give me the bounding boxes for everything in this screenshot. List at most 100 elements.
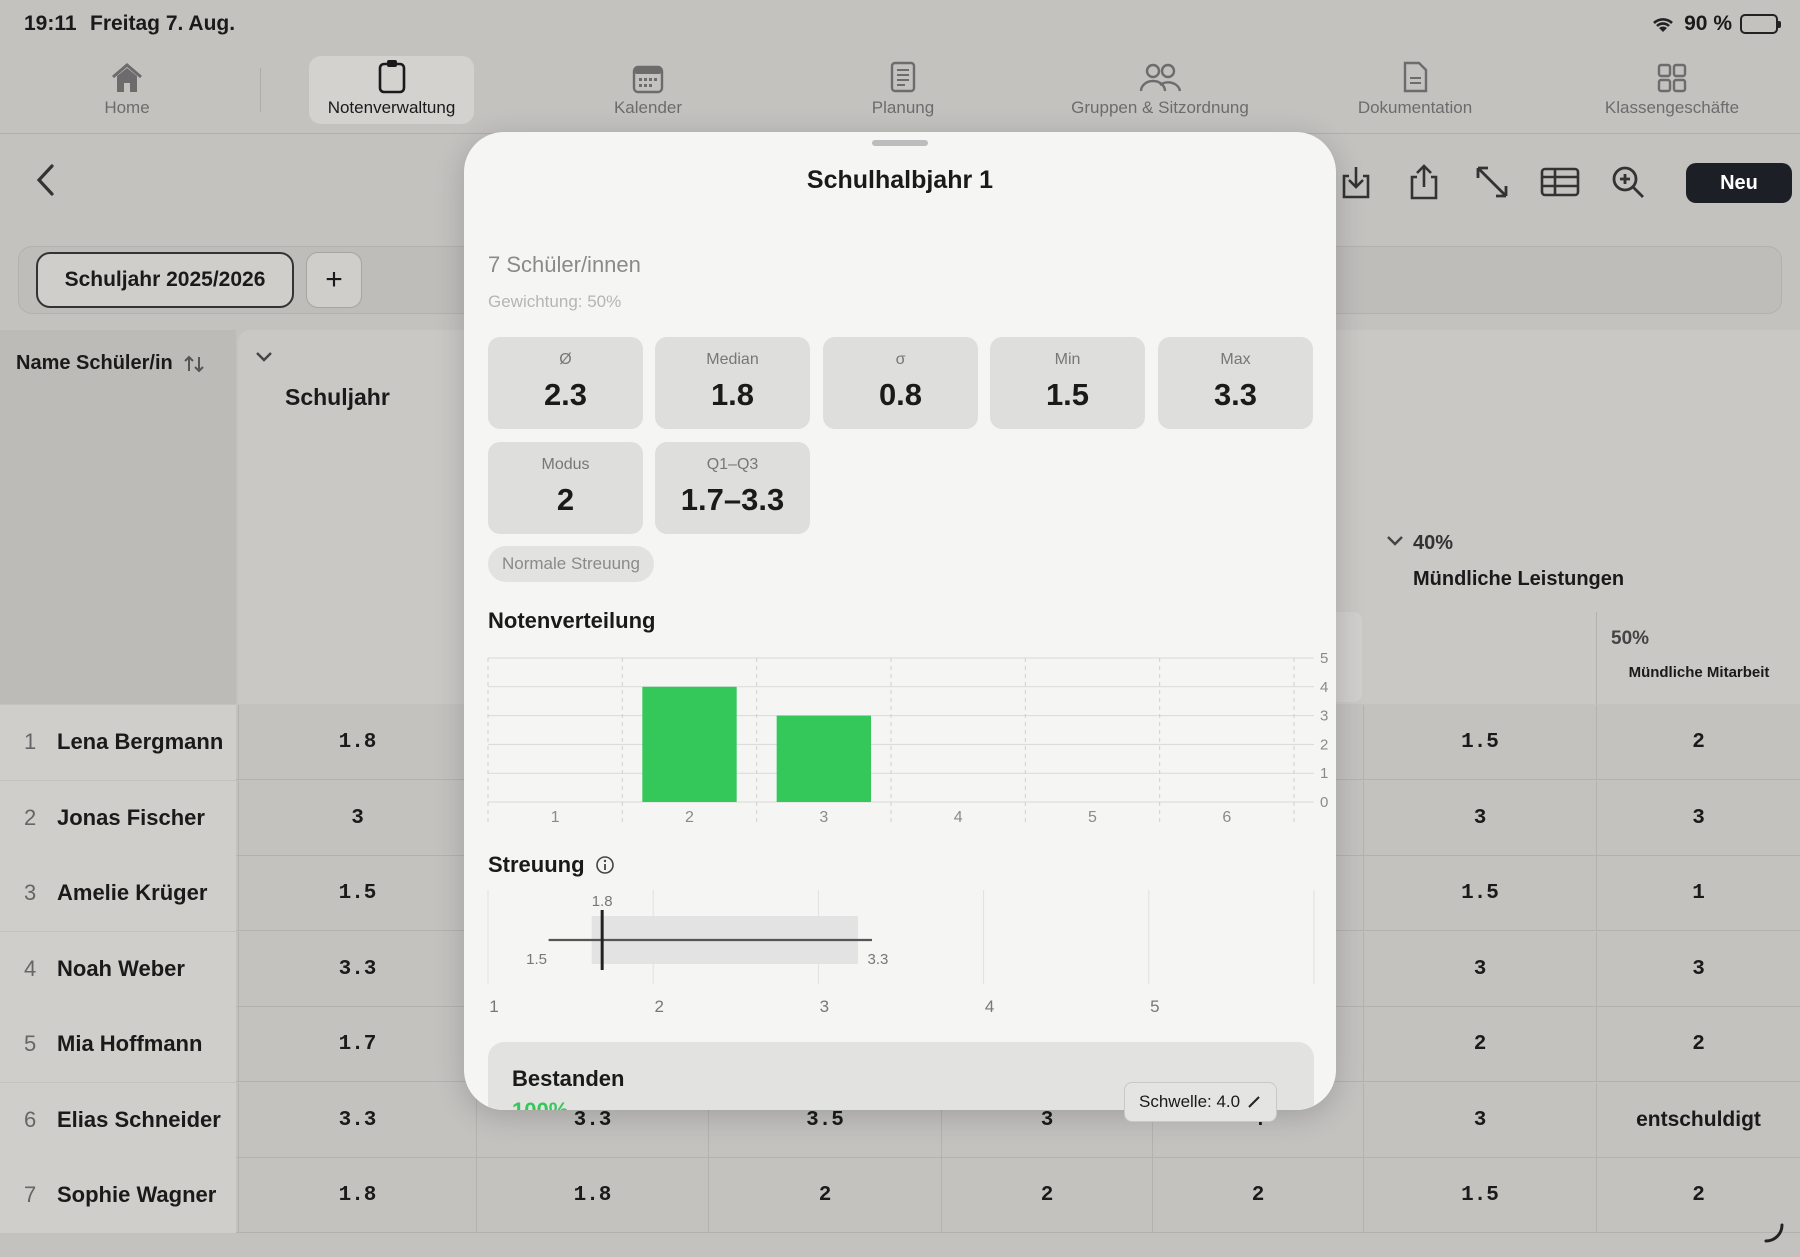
grade-cell[interactable]: 1.5	[1363, 1158, 1596, 1233]
grade-cell[interactable]: 3.3	[238, 931, 476, 1007]
column-header-edge	[1336, 612, 1362, 702]
zoom-in-icon[interactable]	[1608, 162, 1648, 202]
tab-kalender[interactable]: Kalender	[594, 56, 702, 124]
info-icon[interactable]	[595, 855, 615, 875]
tab-label: Kalender	[613, 98, 683, 117]
sheet-grabber[interactable]	[872, 140, 928, 146]
student-name[interactable]: Lena Bergmann	[57, 729, 223, 755]
row-number: 4	[24, 955, 37, 981]
new-button[interactable]: Neu	[1686, 163, 1792, 203]
people-icon	[1139, 63, 1182, 92]
bar[interactable]	[776, 715, 871, 802]
grade-cell[interactable]: 1.8	[238, 1158, 476, 1233]
grade-cell[interactable]: 3	[1596, 931, 1800, 1007]
x-tick-label: 4	[985, 997, 994, 1016]
stat-label: Ø	[559, 351, 572, 368]
school-year-chip[interactable]: Schuljahr 2025/2026	[36, 252, 294, 308]
grade-cell[interactable]: entschuldigt	[1596, 1082, 1800, 1158]
toolbar-icons	[1336, 162, 1648, 202]
grade-cell[interactable]: 1.8	[476, 1158, 708, 1233]
grade-cell[interactable]: 3	[1363, 931, 1596, 1007]
student-name[interactable]: Sophie Wagner	[57, 1182, 216, 1208]
status-date: Freitag 7. Aug.	[90, 12, 236, 35]
tab-label: Notenverwaltung	[327, 98, 456, 117]
min-label: 1.5	[526, 951, 547, 968]
grade-cell[interactable]: 2	[1596, 705, 1800, 780]
tab-divider	[260, 68, 261, 112]
oral-weight: 40%	[1413, 532, 1454, 554]
x-tick-label: 4	[954, 809, 963, 826]
table-row[interactable]: 7 Sophie Wagner 1.8 1.8 2 2 2 1.5 2	[0, 1158, 1800, 1233]
stat-label: Min	[1054, 351, 1081, 368]
student-name[interactable]: Mia Hoffmann	[57, 1031, 202, 1057]
grade-cell[interactable]: 2	[708, 1158, 941, 1233]
tab-klassengeschaefte[interactable]: Klassengeschäfte	[1594, 56, 1750, 124]
student-name[interactable]: Jonas Fischer	[57, 805, 205, 831]
stat-value: 1.7–3.3	[680, 482, 785, 517]
stat-value: 2	[556, 482, 575, 517]
grade-cell[interactable]: 1.7	[238, 1007, 476, 1082]
student-name[interactable]: Noah Weber	[57, 956, 185, 982]
grade-cell[interactable]: 2	[1596, 1007, 1800, 1082]
stat-max: Max 3.3	[1158, 337, 1313, 429]
resize-handle-icon[interactable]	[1762, 1221, 1786, 1245]
share-icon[interactable]	[1404, 162, 1444, 202]
grade-cell[interactable]: 1	[1596, 856, 1800, 931]
status-right: 90 %	[1650, 12, 1781, 36]
chevron-down-icon[interactable]	[254, 350, 274, 364]
stat-label: Modus	[541, 456, 590, 473]
passed-percent: 100%	[512, 1098, 568, 1110]
grade-cell[interactable]: 1.5	[1363, 856, 1596, 931]
y-tick-label: 5	[1320, 650, 1328, 667]
distribution-badge: Normale Streuung	[488, 546, 654, 582]
name-header[interactable]: Name Schüler/in	[16, 352, 205, 375]
threshold-label: Schwelle: 4.0	[1139, 1092, 1241, 1111]
grade-cell[interactable]: 3	[238, 780, 476, 856]
stat-value: 1.5	[1045, 377, 1090, 412]
distribution-title: Notenverteilung	[488, 608, 656, 633]
x-tick-label: 3	[820, 997, 829, 1016]
stat-iqr: Q1–Q3 1.7–3.3	[655, 442, 810, 534]
add-period-button[interactable]: +	[306, 252, 362, 308]
grade-cell[interactable]: 2	[941, 1158, 1152, 1233]
grade-cell[interactable]: 3.3	[238, 1082, 476, 1158]
grade-cell[interactable]: 3	[1363, 780, 1596, 856]
student-name[interactable]: Elias Schneider	[57, 1107, 221, 1133]
table-icon[interactable]	[1540, 162, 1580, 202]
expand-icon[interactable]	[1472, 162, 1512, 202]
x-tick-label: 5	[1150, 997, 1159, 1016]
tab-planung[interactable]: Planung	[858, 56, 948, 124]
tab-gruppen[interactable]: Gruppen & Sitzordnung	[1062, 56, 1258, 124]
grade-cell[interactable]: 2	[1152, 1158, 1363, 1233]
tab-label: Home	[104, 98, 150, 117]
stat-sigma: σ 0.8	[823, 337, 978, 429]
stat-min: Min 1.5	[990, 337, 1145, 429]
passed-title: Bestanden	[512, 1066, 625, 1091]
tab-home[interactable]: Home	[82, 56, 172, 124]
grade-cell[interactable]: 3	[1363, 1082, 1596, 1158]
stats-sheet: Schulhalbjahr 1 7 Schüler/innen Gewichtu…	[464, 132, 1336, 1110]
student-count: 7 Schüler/innen	[488, 252, 641, 277]
tab-dokumentation[interactable]: Dokumentation	[1350, 56, 1480, 124]
grade-cell[interactable]: 3	[1596, 780, 1800, 856]
tab-notenverwaltung[interactable]: Notenverwaltung	[309, 56, 474, 124]
status-time: 19:11	[24, 12, 77, 35]
grade-cell[interactable]: 2	[1363, 1007, 1596, 1082]
student-name[interactable]: Amelie Krüger	[57, 880, 207, 906]
y-tick-label: 2	[1320, 736, 1328, 753]
document-icon	[1403, 61, 1428, 93]
oral-sub-header[interactable]: 50% Mündliche Mitarbeit	[1596, 612, 1800, 704]
download-icon[interactable]	[1336, 162, 1376, 202]
grade-cell[interactable]: 1.5	[238, 856, 476, 931]
back-chevron-icon[interactable]	[34, 163, 58, 202]
grade-cell[interactable]: 1.8	[238, 705, 476, 780]
grade-cell[interactable]: 1.5	[1363, 705, 1596, 780]
threshold-button[interactable]: Schwelle: 4.0	[1124, 1082, 1278, 1122]
distribution-chart: 0 1 2 3 4 5 1 2 3 4 5 6	[487, 650, 1328, 826]
status-bar: 19:11 Freitag 7. Aug. 90 %	[0, 0, 1800, 48]
wifi-icon	[1653, 18, 1674, 32]
stat-label: σ	[895, 351, 906, 368]
bar[interactable]	[642, 686, 737, 802]
row-number: 6	[24, 1106, 37, 1132]
chevron-down-icon[interactable]	[1385, 534, 1405, 548]
